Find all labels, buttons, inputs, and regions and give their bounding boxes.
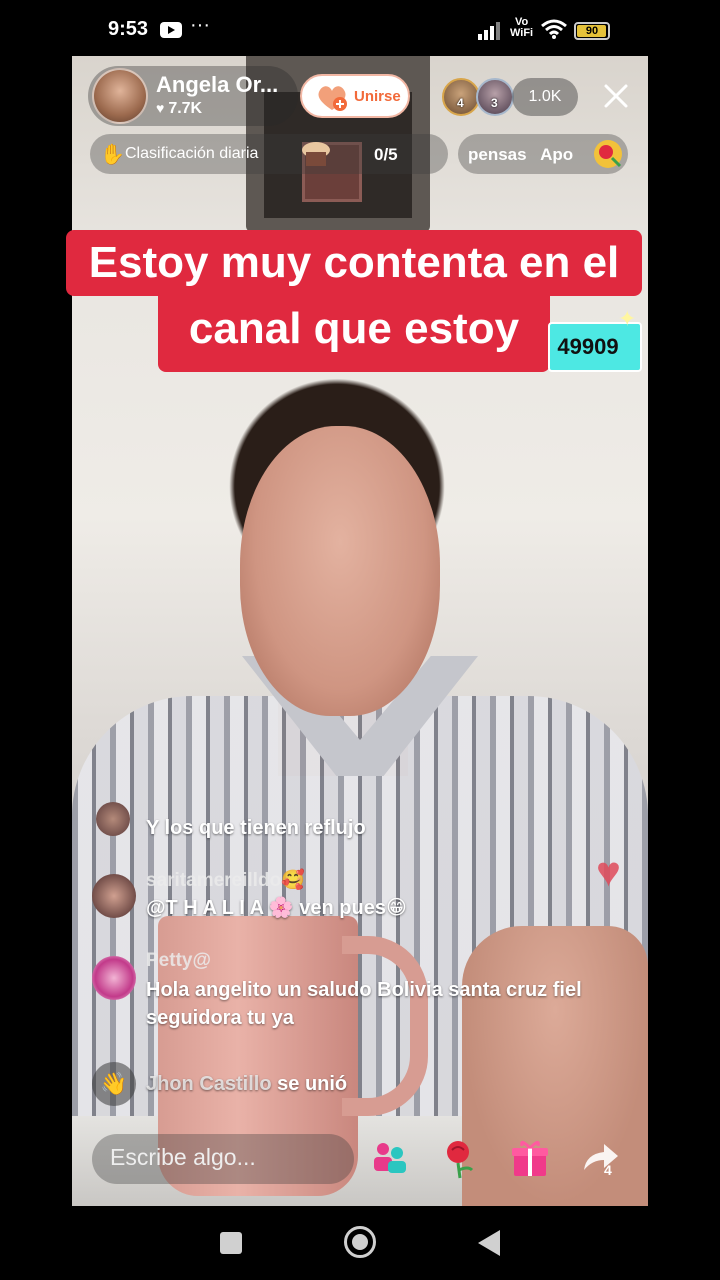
join-label: Unirse [354,88,401,105]
rose-badge-icon [594,140,622,168]
ranking-label: Clasificación diaria [125,145,259,162]
chat-text: Hola angelito un saludo Bolivia santa cr… [146,979,582,1029]
viewer-count[interactable]: 1.0K [512,78,578,116]
caption-line-2: canal que estoy [188,304,520,353]
signal-icon [478,20,504,40]
status-time: 9:53 [108,18,149,40]
guests-icon[interactable] [368,1136,412,1180]
host-avatar[interactable] [92,68,148,124]
join-button[interactable]: Unirse [300,74,410,118]
floating-heart-icon: ♥ [596,848,621,895]
vowifi-icon: Vo WiFi [510,16,534,39]
gift-box-icon [302,142,330,166]
wave-icon: 👋 [92,1062,136,1106]
back-button[interactable] [478,1230,500,1256]
rose-gift-icon[interactable] [438,1136,482,1180]
comment-placeholder: Escribe algo... [110,1144,256,1170]
chat-avatar[interactable] [92,874,136,918]
sparkle-icon: ✦ [618,306,637,331]
counter-value: 49909 [557,334,619,359]
gift-icon[interactable] [508,1136,552,1180]
promo-text: pensas Apo [468,145,574,164]
ranking-count: 0/5 [374,145,398,164]
close-icon[interactable] [598,78,634,114]
heart-icon: ♥ [156,100,165,116]
chat-username[interactable]: Petty@ [146,950,211,972]
chat-text: Y los que tienen reflujo [146,817,366,839]
chat-join-text: Jhon Castillo se unió [146,1073,348,1095]
share-icon[interactable] [578,1136,622,1180]
viewer-rank: 4 [457,96,464,110]
chat-text: @T H A L I A 🌸 ven pues😁 [146,897,407,919]
youtube-notification-icon [160,22,182,38]
chat-avatar[interactable] [96,802,130,836]
share-count: 4 [604,1162,612,1178]
caption-line-1: Estoy muy contenta en el [88,238,620,287]
heart-plus-icon [318,86,347,111]
hand-icon: ✋ [100,144,125,166]
status-bar: 9:53 ··· Vo WiFi 90 [0,0,720,56]
viewer-rank: 3 [491,96,498,110]
more-notifications-icon: ··· [190,14,210,36]
chat-username[interactable]: saritamereilldo🥰 [146,868,305,892]
recents-button[interactable] [220,1232,242,1254]
home-button[interactable] [344,1226,376,1258]
battery-icon: 90 [574,22,610,40]
wifi-icon [541,19,567,39]
battery-level: 90 [585,25,599,37]
live-video[interactable] [72,56,648,1206]
chat-avatar[interactable] [92,956,136,1000]
host-likes: ♥ 7.7K [156,100,203,117]
host-name[interactable]: Angela Or... [156,72,296,98]
